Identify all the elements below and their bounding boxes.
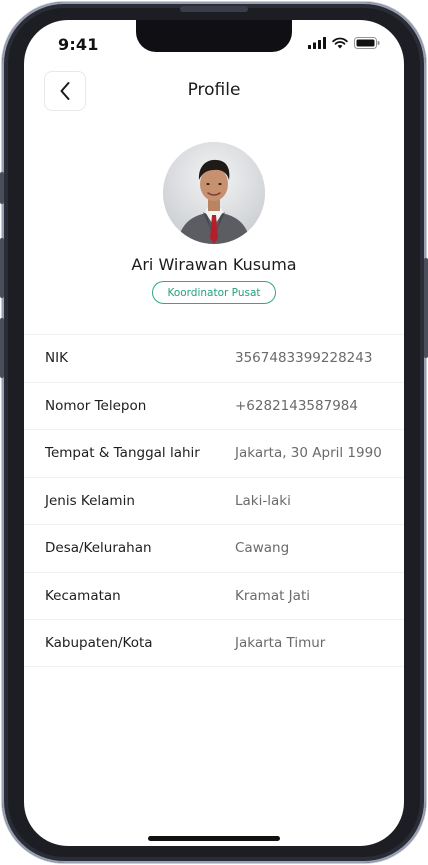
detail-label: Kecamatan bbox=[45, 587, 121, 604]
detail-value: Cawang bbox=[235, 540, 290, 557]
detail-row-village: Desa/Kelurahan Cawang bbox=[24, 524, 404, 572]
wifi-icon bbox=[332, 37, 348, 49]
volume-up-button bbox=[0, 238, 4, 298]
status-icons bbox=[308, 37, 380, 49]
detail-value: Jakarta, 30 April 1990 bbox=[235, 445, 382, 462]
role-badge: Koordinator Pusat bbox=[152, 281, 276, 304]
profile-photo bbox=[163, 142, 265, 244]
detail-row-phone: Nomor Telepon +6282143587984 bbox=[24, 381, 404, 430]
status-time: 9:41 bbox=[58, 35, 99, 54]
volume-down-button bbox=[0, 318, 4, 378]
detail-value: Laki-laki bbox=[235, 492, 291, 509]
page-title: Profile bbox=[187, 80, 241, 100]
avatar[interactable] bbox=[163, 142, 265, 244]
detail-value: 3567483399228243 bbox=[235, 350, 373, 367]
detail-label: NIK bbox=[45, 350, 68, 367]
home-indicator[interactable] bbox=[148, 836, 280, 841]
detail-value: Kramat Jati bbox=[235, 587, 310, 604]
detail-row-city: Kabupaten/Kota Jakarta Timur bbox=[24, 619, 404, 667]
profile-details-list: NIK 3567483399228243 Nomor Telepon +6282… bbox=[24, 334, 404, 667]
detail-label: Nomor Telepon bbox=[45, 397, 147, 414]
power-button bbox=[424, 258, 428, 358]
user-name: Ari Wirawan Kusuma bbox=[131, 255, 297, 274]
battery-icon bbox=[354, 37, 380, 49]
dynamic-notch bbox=[136, 20, 292, 52]
detail-label: Jenis Kelamin bbox=[45, 492, 135, 509]
detail-row-nik: NIK 3567483399228243 bbox=[24, 334, 404, 382]
detail-row-birth: Tempat & Tanggal lahir Jakarta, 30 April… bbox=[24, 429, 404, 477]
detail-value: Jakarta Timur bbox=[235, 634, 326, 651]
detail-row-gender: Jenis Kelamin Laki-laki bbox=[24, 476, 404, 525]
speaker-grille bbox=[180, 6, 248, 12]
phone-screen: 9:41 Profile Ari Wirawan Kusuma Koordina… bbox=[24, 20, 404, 846]
silent-switch bbox=[0, 172, 4, 204]
detail-value: +6282143587984 bbox=[235, 397, 358, 414]
detail-row-district: Kecamatan Kramat Jati bbox=[24, 571, 404, 620]
detail-label: Tempat & Tanggal lahir bbox=[45, 445, 200, 462]
detail-label: Kabupaten/Kota bbox=[45, 634, 153, 651]
detail-label: Desa/Kelurahan bbox=[45, 540, 152, 557]
cellular-signal-icon bbox=[308, 37, 326, 49]
